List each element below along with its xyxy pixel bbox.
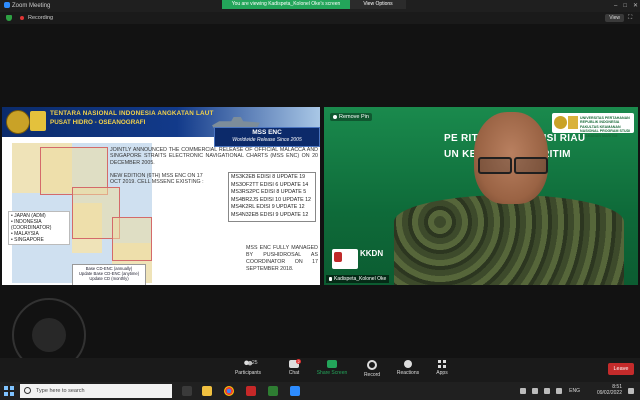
university-logos: UNIVERSITAS PERTAHANAN REPUBLIK INDONESI… <box>552 113 634 138</box>
close-icon[interactable]: ✕ <box>633 0 638 12</box>
clock-date: 09/02/2022 <box>596 390 622 396</box>
windows-taskbar: Type here to search ENG 8:51 09/02/2022 <box>0 382 640 400</box>
participant-name-tag: Kadispeta_Kolonel Oke <box>326 275 390 283</box>
recording-dot-icon <box>20 16 24 20</box>
managed-paragraph: MSS ENC FULLY MANAGED BY PUSHIDROSAL AS … <box>246 245 318 272</box>
apps-button[interactable]: Apps <box>420 360 464 376</box>
leave-button[interactable]: Leave <box>608 363 634 375</box>
windows-start-icon[interactable] <box>4 386 14 396</box>
kkdn-logo-icon <box>332 249 358 269</box>
tray-chevron-icon[interactable] <box>520 388 526 394</box>
glasses <box>476 157 548 174</box>
update-item: MS4N32EB EDISI 9 UPDATE 12 <box>231 211 309 218</box>
cd-enc-legend: Base CD-ENC (annually) Update Base CD-EN… <box>72 264 146 285</box>
network-icon[interactable] <box>532 388 538 394</box>
share-screen-button[interactable]: Share Screen <box>310 360 354 376</box>
window-titlebar: Zoom Meeting You are viewing Kadispeta_K… <box>0 0 640 12</box>
slide-header-line1: TENTARA NASIONAL INDONESIA ANGKATAN LAUT <box>50 110 214 117</box>
participants-button[interactable]: 25 Participants <box>226 360 270 376</box>
taskbar-clock[interactable]: 8:51 09/02/2022 <box>597 384 622 396</box>
slide-header-line2: PUSAT HIDRO - OSEANOGRAFI <box>50 119 146 126</box>
reactions-icon <box>404 360 412 368</box>
share-screen-icon <box>327 360 337 368</box>
university-logo-icon <box>554 116 567 129</box>
record-icon <box>367 360 377 370</box>
chat-badge: 2 <box>296 359 302 364</box>
banner-subtitle: Worldwide Release Since 2005 <box>232 137 302 143</box>
country-item: INDONESIA (COORDINATOR) <box>11 219 67 231</box>
spreadsheet-app-icon[interactable] <box>268 386 278 396</box>
chrome-icon[interactable] <box>224 386 234 396</box>
security-shield-icon[interactable] <box>6 15 12 21</box>
microphone-icon <box>329 276 332 281</box>
app-title: Zoom Meeting <box>4 0 50 12</box>
taskbar-search-input[interactable]: Type here to search <box>20 384 172 398</box>
acrobat-icon[interactable] <box>246 386 256 396</box>
kkdn-label: KKDN <box>360 249 384 258</box>
countries-list: JAPAN (ADM) INDONESIA (COORDINATOR) MALA… <box>8 211 70 245</box>
update-item: MS3RS2PC EDISI 8 UPDATE 5 <box>231 189 307 196</box>
cd-line: Update CD (monthly) <box>89 276 129 282</box>
zoom-icon <box>4 2 10 9</box>
minimize-icon[interactable]: – <box>614 0 617 12</box>
new-edition-paragraph: NEW EDITION (6TH) MSS ENC ON 17 OCT 2019… <box>110 173 204 186</box>
window-controls: – □ ✕ <box>614 0 638 12</box>
maximize-icon[interactable]: □ <box>623 0 627 12</box>
logos-text: UNIVERSITAS PERTAHANAN REPUBLIK INDONESI… <box>580 116 631 138</box>
update-item: MS3K2EB EDISI 8 UPDATE 19 <box>231 174 306 180</box>
pin-icon <box>333 114 337 119</box>
volume-icon[interactable] <box>544 388 550 394</box>
hydro-emblem-icon <box>30 111 46 131</box>
battery-icon[interactable] <box>556 388 562 394</box>
remove-pin-button[interactable]: Remove Pin <box>330 113 372 121</box>
update-item: MS4BR2JS EDISI 10 UPDATE 12 <box>231 196 311 203</box>
cell-updates-list: MS3K2EB EDISI 8 UPDATE 19 MS3OF2TT EDISI… <box>228 172 316 222</box>
country-item: SINGAPORE <box>11 237 67 243</box>
fullscreen-icon[interactable]: ⛶ <box>628 14 638 22</box>
faculty-logo-icon <box>568 116 578 129</box>
search-placeholder: Type here to search <box>36 388 85 394</box>
task-view-icon[interactable] <box>182 386 192 396</box>
view-options-button[interactable]: View Options <box>350 0 406 9</box>
mss-enc-banner: MSS ENC Worldwide Release Since 2005 <box>214 127 320 147</box>
notification-icon[interactable] <box>628 388 634 394</box>
share-banner: You are viewing Kadispeta_Kolonel Oke's … <box>222 0 350 9</box>
apps-icon <box>438 360 446 368</box>
zoom-taskbar-icon[interactable] <box>290 386 300 396</box>
recording-label: Recording <box>28 15 54 21</box>
shared-screen-slide: TENTARA NASIONAL INDONESIA ANGKATAN LAUT… <box>2 107 320 285</box>
search-icon <box>24 387 31 394</box>
recording-bar: Recording <box>0 12 640 24</box>
file-explorer-icon[interactable] <box>202 386 212 396</box>
input-language[interactable]: ENG <box>569 388 580 394</box>
meeting-toolbar: 25 Participants 2 Chat Share Screen Reco… <box>0 358 640 382</box>
banner-title: MSS ENC <box>252 129 282 136</box>
view-button[interactable]: View <box>605 14 624 22</box>
navy-emblem-icon <box>6 110 30 134</box>
presenter-body <box>394 195 624 285</box>
update-item: MS4K2RL EDISI 9 UPDATE 12 <box>231 204 305 211</box>
participant-video-tile[interactable]: UNIVERSITAS PERTAHANAN REPUBLIK INDONESI… <box>324 107 638 285</box>
participants-count: 25 <box>252 360 258 366</box>
announcement-paragraph: JOINTLY ANNOUNCED THE COMMERCIAL RELEASE… <box>110 147 318 166</box>
update-item: MS3OF2TT EDISI 6 UPDATE 14 <box>231 181 309 188</box>
